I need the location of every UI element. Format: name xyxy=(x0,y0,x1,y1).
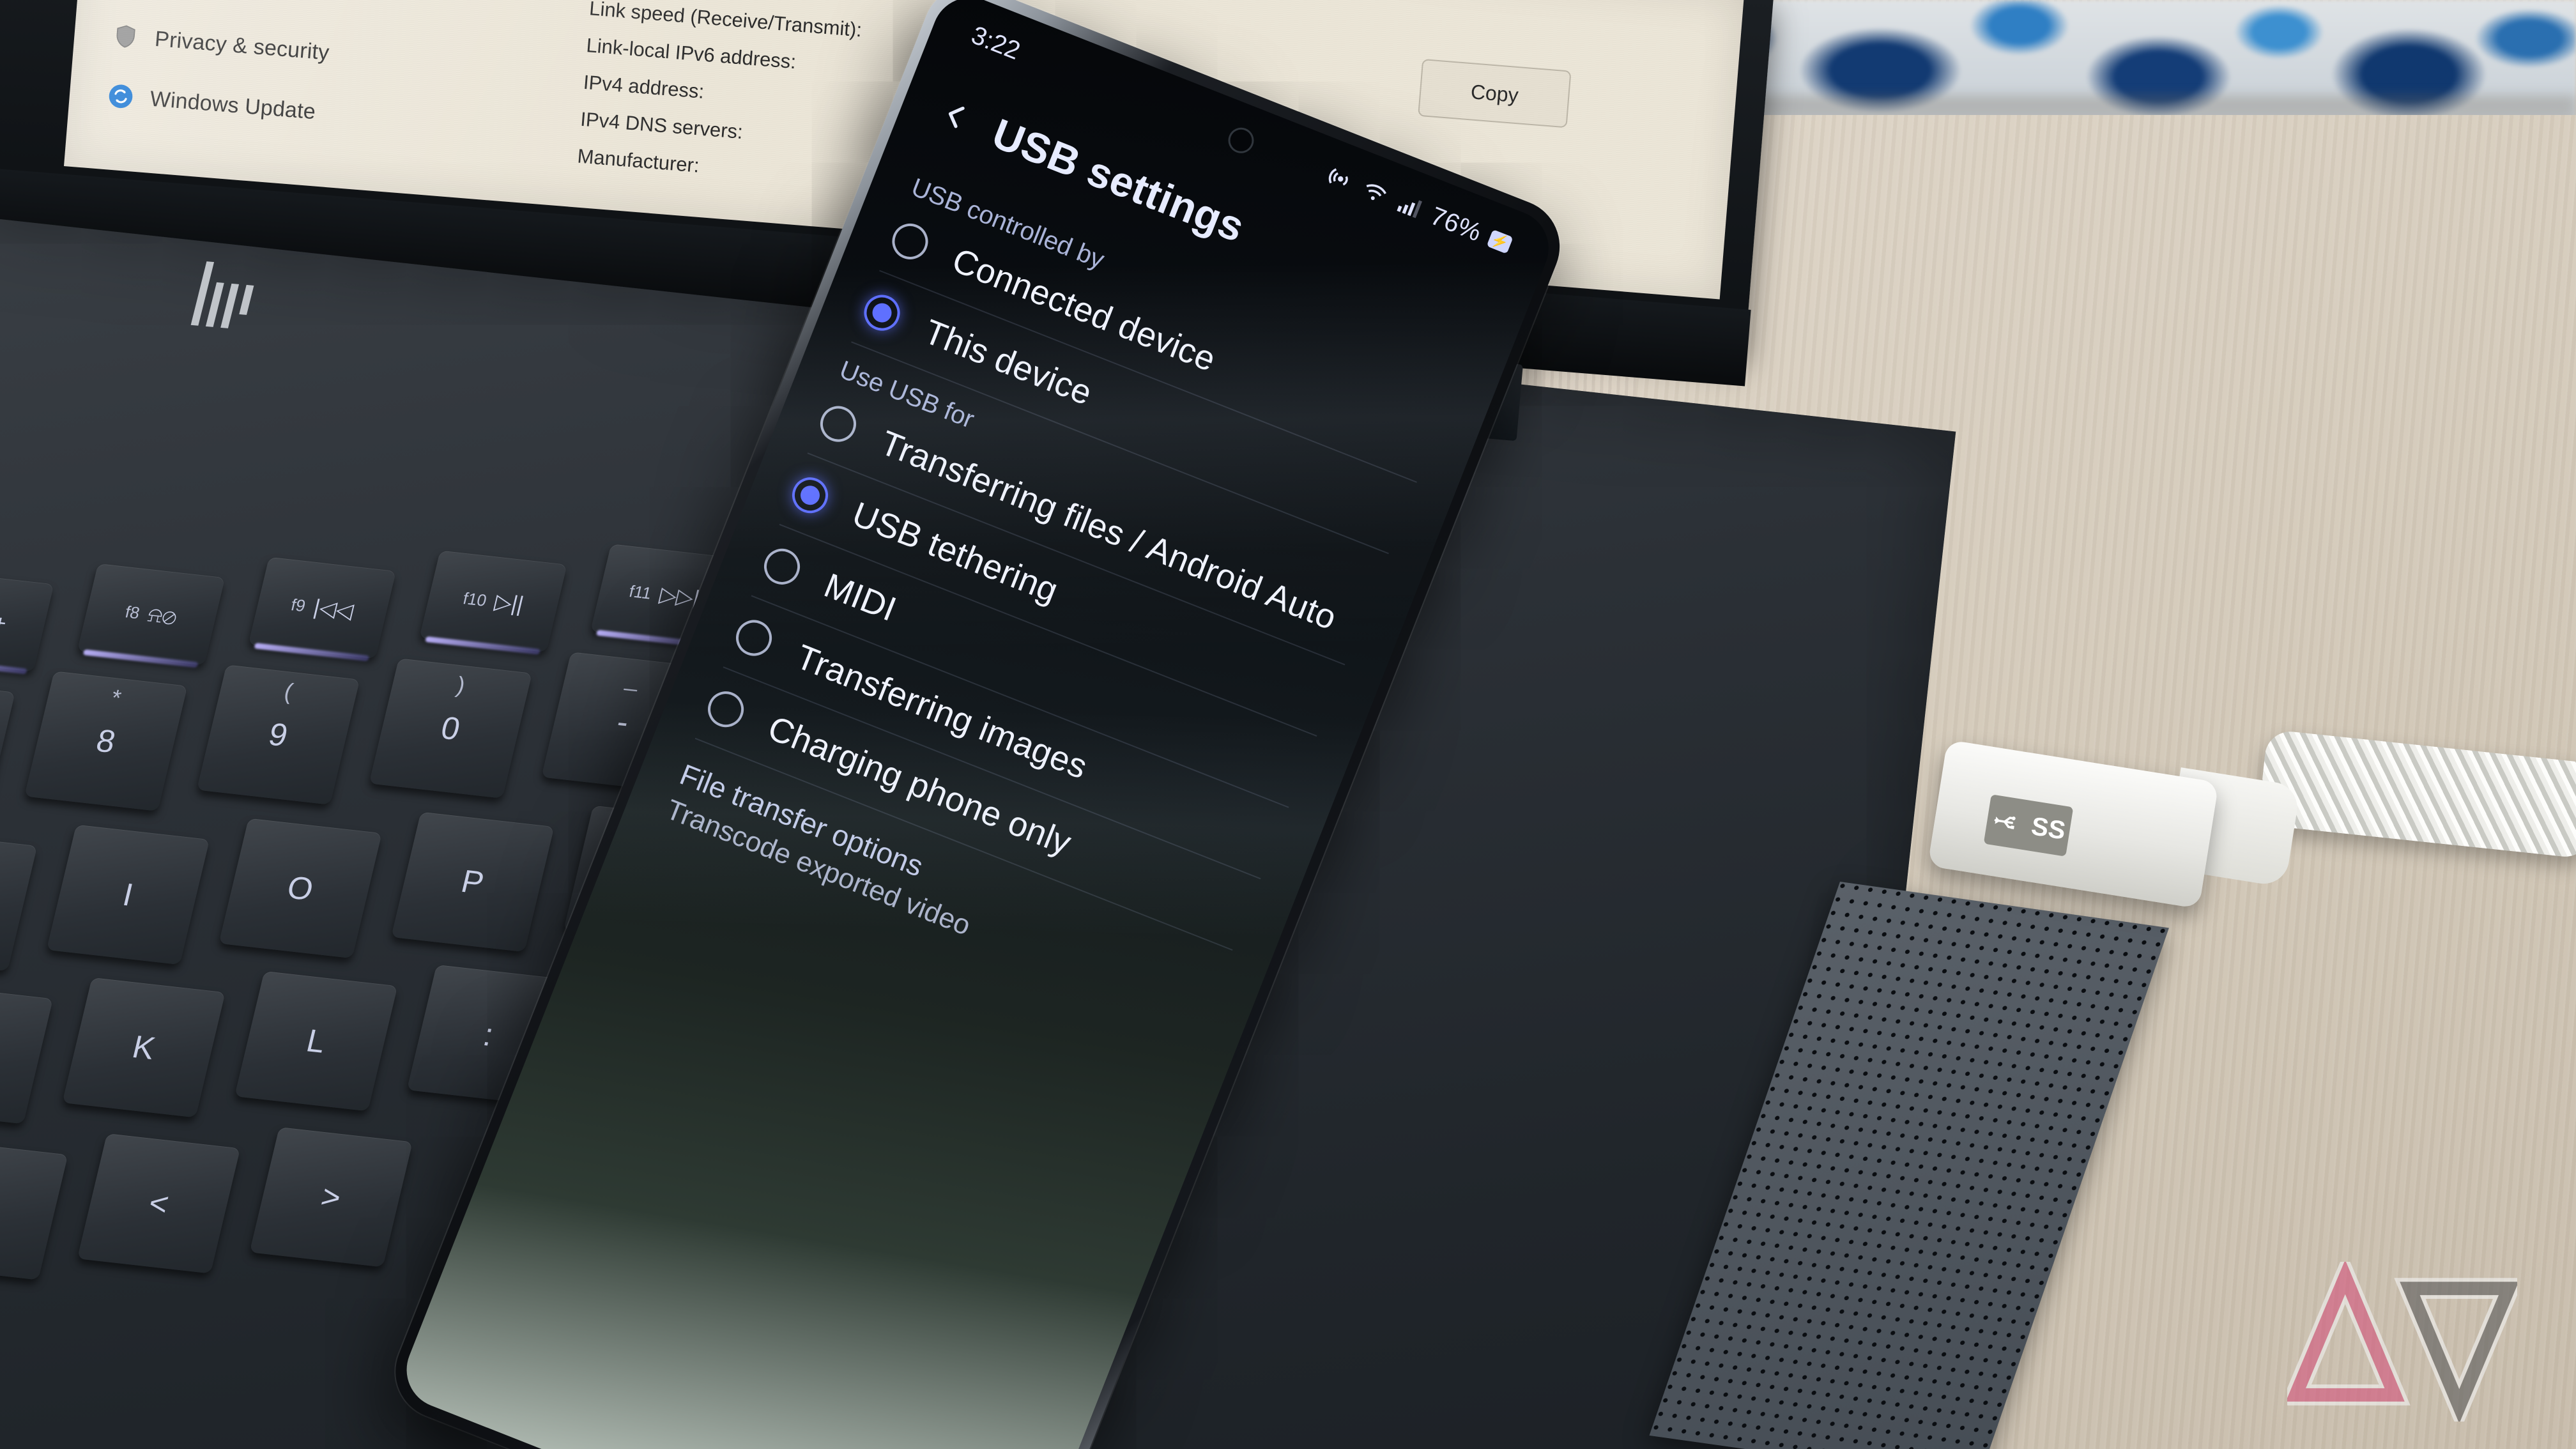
key-period-label: > xyxy=(318,1178,345,1216)
key-i[interactable]: I xyxy=(46,824,210,965)
key-minus-shift: _ xyxy=(624,664,643,693)
key-j[interactable]: J xyxy=(0,983,54,1124)
screenshot-stage: Privacy & security Windows Update Copy L xyxy=(0,0,2576,1449)
play-pause-icon: ▷|| xyxy=(492,589,526,617)
hp-logo xyxy=(188,252,279,342)
radio-button[interactable] xyxy=(815,401,862,447)
key-9-label: 9 xyxy=(265,716,291,754)
key-f10-label: f10 xyxy=(461,588,489,610)
sidebar-item-label: Windows Update xyxy=(149,86,317,124)
radio-button[interactable] xyxy=(702,686,749,733)
sidebar-item-windows-update[interactable]: Windows Update xyxy=(107,82,504,140)
windows-settings-sidebar: Privacy & security Windows Update xyxy=(104,23,509,174)
key-o-label: O xyxy=(284,869,317,907)
key-o[interactable]: O xyxy=(218,818,382,959)
battery-charging-icon: ⚡ xyxy=(1486,229,1514,254)
wifi-6-icon xyxy=(1358,175,1392,210)
key-i-label: I xyxy=(119,877,137,913)
radio-button[interactable] xyxy=(730,615,778,661)
previous-track-icon: |◁◁ xyxy=(311,595,356,624)
key-m[interactable]: M xyxy=(0,1140,68,1280)
key-k[interactable]: K xyxy=(62,977,226,1118)
status-time: 3:22 xyxy=(967,20,1025,65)
key-f9-label: f9 xyxy=(289,594,308,615)
key-9-shift: ( xyxy=(282,678,296,705)
usb-ss-label: SS xyxy=(2029,812,2067,845)
key-0[interactable]: ) 0 xyxy=(369,658,532,799)
radio-button-selected[interactable] xyxy=(859,289,905,336)
key-p-label: P xyxy=(457,863,487,901)
key-0-label: 0 xyxy=(437,710,464,747)
key-l-label: L xyxy=(303,1022,330,1060)
key-u[interactable]: U xyxy=(0,831,38,972)
key-8-shift: * xyxy=(109,684,124,711)
key-comma-label: < xyxy=(145,1184,172,1222)
android-police-logo xyxy=(2280,1250,2525,1434)
key-8-label: 8 xyxy=(93,723,119,760)
key-f11-label: f11 xyxy=(627,581,654,602)
key-7[interactable]: & 7 xyxy=(0,677,15,818)
cellular-signal-icon xyxy=(1392,188,1427,223)
radio-button[interactable] xyxy=(887,218,933,265)
key-semicolon-label: : xyxy=(480,1016,497,1053)
key-f10[interactable]: f10 ▷|| xyxy=(419,550,567,652)
key-9[interactable]: ( 9 xyxy=(196,664,360,805)
hotspot-icon xyxy=(1323,162,1358,196)
radio-button-selected[interactable] xyxy=(786,471,834,519)
back-arrow-icon[interactable] xyxy=(934,95,977,137)
shield-icon xyxy=(112,23,139,50)
key-minus-label: - xyxy=(613,703,632,740)
sidebar-item-label: Privacy & security xyxy=(153,26,330,65)
key-f9[interactable]: f9 |◁◁ xyxy=(248,556,396,659)
key-l[interactable]: L xyxy=(234,970,398,1112)
key-f7[interactable]: f7 ◁+ xyxy=(0,570,54,672)
key-m-label: M xyxy=(0,1190,4,1229)
option-label: MIDI xyxy=(818,566,902,629)
key-period[interactable]: > xyxy=(249,1127,413,1268)
key-p[interactable]: P xyxy=(391,811,555,953)
key-0-shift: ) xyxy=(454,671,468,698)
key-f8[interactable]: f8 ⍾⊘ xyxy=(77,563,226,666)
sidebar-item-privacy-security[interactable]: Privacy & security xyxy=(112,23,509,80)
battery-percent: 76% xyxy=(1427,201,1486,247)
volume-up-icon: ◁+ xyxy=(0,608,9,636)
copy-button[interactable]: Copy xyxy=(1418,58,1572,128)
key-comma[interactable]: < xyxy=(77,1133,241,1274)
key-k-label: K xyxy=(128,1029,159,1066)
key-f8-label: f8 xyxy=(123,602,142,622)
radio-button[interactable] xyxy=(758,543,806,590)
windows-update-icon xyxy=(107,82,135,110)
key-8[interactable]: * 8 xyxy=(24,671,188,811)
mic-mute-icon: ⍾⊘ xyxy=(145,602,180,629)
